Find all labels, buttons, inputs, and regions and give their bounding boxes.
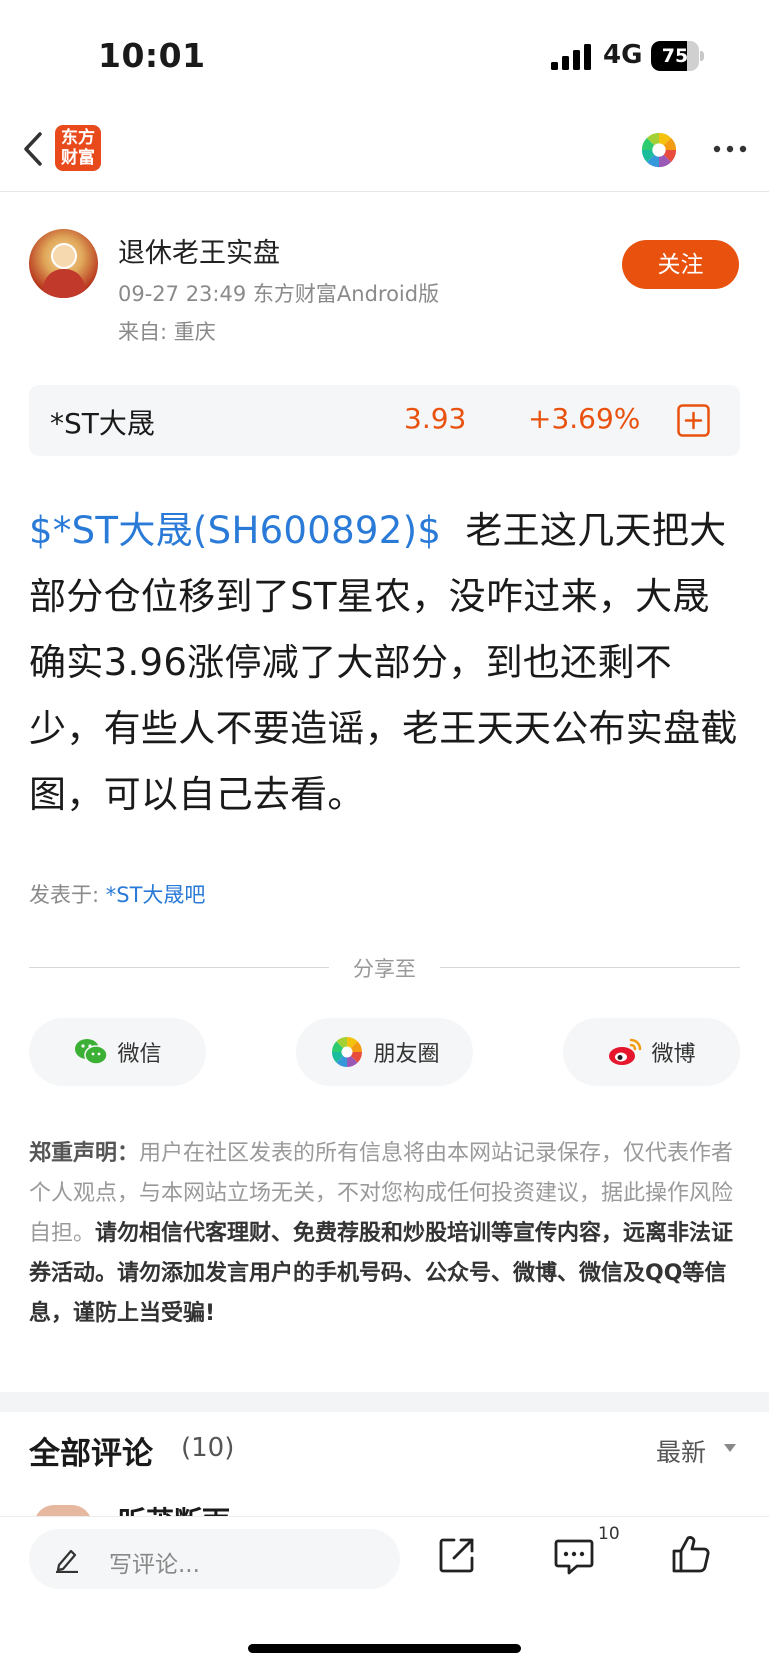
section-divider [0, 1392, 769, 1412]
stock-tag-link[interactable]: $*ST大晟(SH600892)$ [29, 509, 441, 552]
post-content: $*ST大晟(SH600892)$ 老王这几天把大部分仓位移到了ST星农，没咋过… [29, 498, 744, 828]
stock-name: *ST大晟 [50, 407, 155, 440]
comment-icon[interactable] [553, 1535, 595, 1577]
author-avatar[interactable] [29, 229, 98, 298]
share-moments-label: 朋友圈 [373, 1042, 440, 1067]
more-icon[interactable] [712, 144, 748, 154]
stock-card[interactable]: *ST大晟 3.93 +3.69% [29, 385, 740, 456]
share-moments-button[interactable]: 朋友圈 [296, 1018, 473, 1086]
caret-down-icon[interactable] [723, 1443, 737, 1453]
status-time: 10:01 [98, 36, 206, 75]
weibo-icon [609, 1038, 642, 1065]
add-watchlist-icon[interactable] [677, 404, 710, 437]
pen-icon [56, 1549, 78, 1573]
logo-text-2: 财富 [61, 148, 95, 168]
divider [440, 967, 740, 968]
stock-price: 3.93 [404, 402, 467, 435]
post-location: 来自: 重庆 [118, 320, 216, 344]
logo-text-1: 东方 [61, 128, 95, 148]
disclaimer: 郑重声明：用户在社区发表的所有信息将由本网站记录保存，仅代表作者个人观点，与本网… [29, 1134, 744, 1334]
post-text: 老王这几天把大部分仓位移到了ST星农，没咋过来，大晟确实3.96涨停减了大部分，… [29, 509, 738, 816]
battery-percent: 75 [661, 45, 689, 67]
share-wechat-button[interactable]: 微信 [29, 1018, 206, 1086]
share-weibo-button[interactable]: 微博 [563, 1018, 740, 1086]
nav-bar: 东方 财富 [0, 110, 769, 192]
signal-icon [551, 44, 591, 70]
like-icon[interactable] [670, 1533, 712, 1575]
comment-count-badge: 10 [598, 1524, 620, 1544]
comments-count: (10) [181, 1433, 235, 1463]
sort-dropdown[interactable]: 最新 [656, 1433, 706, 1469]
battery-icon: 75 [651, 41, 704, 71]
comment-placeholder: 写评论... [109, 1552, 200, 1578]
disclaimer-warning: 请勿相信代客理财、免费荐股和炒股培训等宣传内容，远离非法证券活动。请勿添加发言用… [29, 1221, 734, 1326]
share-icon[interactable] [437, 1535, 477, 1575]
network-type: 4G [603, 40, 643, 70]
share-wechat-label: 微信 [117, 1042, 162, 1067]
back-icon[interactable] [18, 128, 48, 170]
moments-icon [332, 1037, 363, 1067]
share-title: 分享至 [353, 957, 416, 981]
forum-link[interactable]: *ST大晟吧 [106, 883, 206, 907]
wechat-icon [75, 1039, 109, 1065]
follow-button[interactable]: 关注 [622, 240, 739, 289]
bottom-bar: 写评论... 10 [0, 1516, 769, 1665]
disclaimer-heading: 郑重声明： [29, 1141, 140, 1166]
posted-in-label: 发表于: [29, 883, 106, 907]
share-weibo-label: 微博 [651, 1042, 696, 1067]
comments-title: 全部评论 [29, 1436, 153, 1472]
moments-share-icon[interactable] [640, 131, 678, 169]
comment-input[interactable]: 写评论... [29, 1529, 400, 1589]
status-bar: 10:01 4G 75 [0, 0, 769, 110]
author-name[interactable]: 退休老王实盘 [118, 231, 280, 270]
app-logo[interactable]: 东方 财富 [55, 125, 101, 171]
posted-in: 发表于: *ST大晟吧 [29, 879, 205, 909]
home-indicator[interactable] [248, 1644, 521, 1653]
commenter-name[interactable]: 昕茂断雨 [118, 1500, 230, 1516]
divider [29, 967, 329, 968]
stock-change: +3.69% [528, 402, 641, 435]
post-meta: 09-27 23:49 东方财富Android版 [118, 282, 440, 306]
